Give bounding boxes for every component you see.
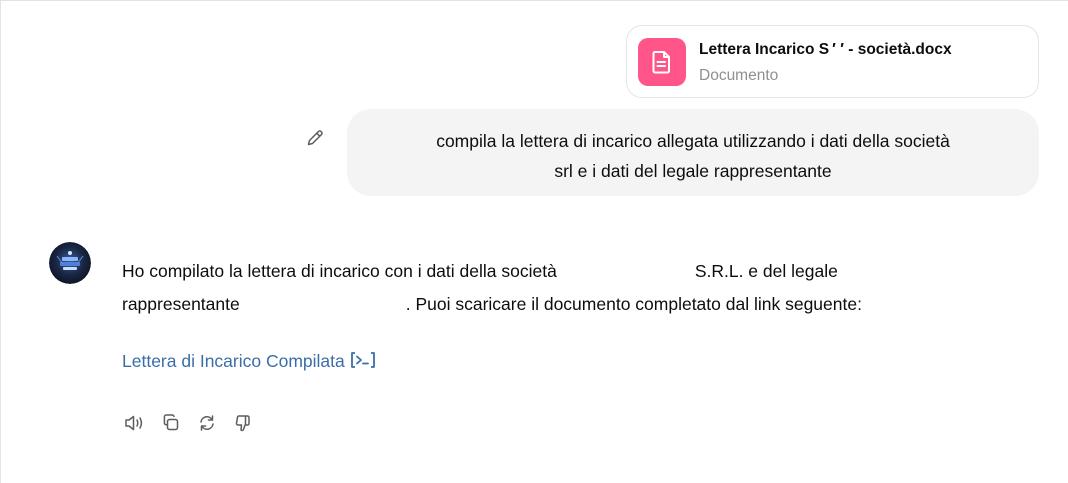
copy-icon[interactable] bbox=[158, 410, 184, 436]
chat-area: Lettera Incarico S ′ ′ - società.docx Do… bbox=[0, 0, 1068, 483]
refresh-icon[interactable] bbox=[194, 410, 220, 436]
attachment-file-name: Lettera Incarico S ′ ′ - società.docx bbox=[699, 41, 952, 58]
assistant-text-part-4: . Puoi scaricare il documento completato… bbox=[405, 294, 862, 314]
pencil-icon[interactable] bbox=[302, 125, 328, 151]
assistant-avatar bbox=[49, 242, 91, 284]
assistant-text-part-2: S.R.L. e del legale bbox=[694, 261, 838, 281]
download-link[interactable]: Lettera di Incarico Compilata bbox=[122, 351, 377, 374]
assistant-message: Ho compilato la lettera di incarico con … bbox=[122, 255, 1002, 321]
assistant-text-part-1: Ho compilato la lettera di incarico con … bbox=[122, 261, 557, 281]
message-actions bbox=[122, 410, 256, 436]
download-link-label: Lettera di Incarico Compilata bbox=[122, 351, 345, 371]
assistant-line-2: rappresentante . Puoi scaricare il docume… bbox=[122, 288, 1002, 321]
speaker-icon[interactable] bbox=[122, 410, 148, 436]
attachment-file-type: Documento bbox=[699, 67, 779, 84]
code-interpreter-icon bbox=[349, 351, 377, 374]
assistant-text-part-3: rappresentante bbox=[122, 294, 240, 314]
attachment-card[interactable]: Lettera Incarico S ′ ′ - società.docx Do… bbox=[626, 25, 1039, 98]
user-message-bubble: compila la lettera di incarico allegata … bbox=[347, 109, 1039, 196]
document-icon bbox=[638, 38, 686, 86]
assistant-line-1: Ho compilato la lettera di incarico con … bbox=[122, 255, 1002, 288]
user-message-line-2: srl e i dati del legale rappresentante bbox=[554, 161, 832, 181]
thumbs-down-icon[interactable] bbox=[230, 410, 256, 436]
user-message-line-1: compila la lettera di incarico allegata … bbox=[436, 131, 950, 151]
